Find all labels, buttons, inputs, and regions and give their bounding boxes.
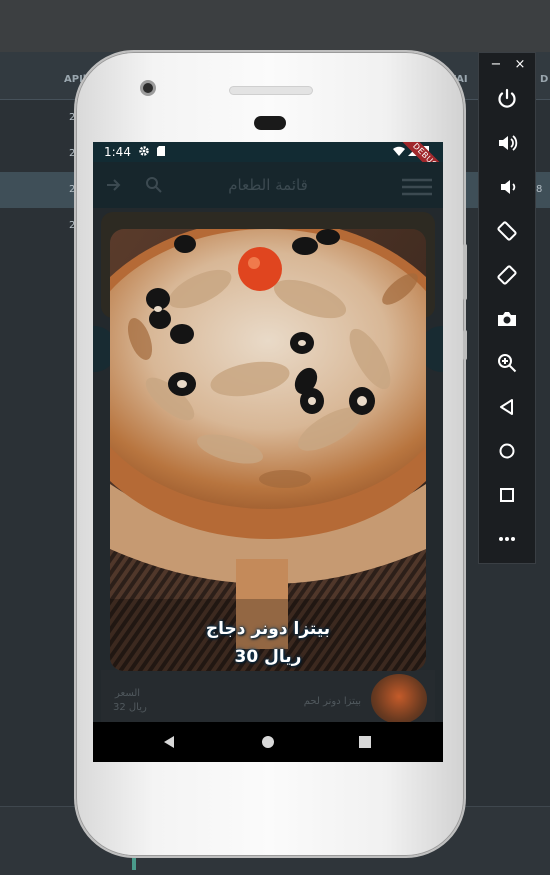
- volume-up-button[interactable]: [493, 129, 521, 157]
- volume-up-icon: [499, 135, 518, 151]
- nav-back-icon[interactable]: [161, 734, 177, 750]
- nav-overview-icon[interactable]: [357, 734, 373, 750]
- back-icon: [500, 399, 513, 415]
- menu-icon[interactable]: [402, 176, 432, 202]
- phone-side-button[interactable]: [463, 244, 467, 300]
- rotate-left-button[interactable]: [493, 217, 521, 245]
- nav-home-icon[interactable]: [260, 734, 276, 750]
- minimize-button[interactable]: −: [488, 57, 504, 72]
- screenshot-button[interactable]: [493, 305, 521, 333]
- overview-button[interactable]: [493, 481, 521, 509]
- home-button[interactable]: [493, 437, 521, 465]
- emulator-toolbar: − ×: [478, 52, 536, 564]
- camera-icon: [498, 312, 516, 326]
- status-bar: 1:44 DEBUG: [93, 142, 443, 189]
- earpiece: [254, 116, 286, 130]
- pizza-image: [110, 229, 426, 671]
- app-bar: قائمة الطعام: [93, 162, 443, 208]
- menu-list-item[interactable]: بيتزا دونر لحم السعر 32 ريال: [101, 670, 435, 724]
- page-title: قائمة الطعام: [228, 176, 308, 194]
- status-time: 1:44: [104, 145, 131, 159]
- ide-title-bar: [0, 0, 550, 52]
- rotate-right-button[interactable]: [493, 261, 521, 289]
- menu-item-name: بيتزا دونر لحم: [303, 696, 361, 707]
- menu-item-price-label: السعر: [115, 688, 141, 699]
- home-icon: [499, 443, 515, 459]
- volume-down-button[interactable]: [493, 173, 521, 201]
- ide-bottom-indicator: [132, 856, 136, 870]
- power-icon: [498, 88, 516, 108]
- close-button[interactable]: ×: [512, 57, 528, 72]
- dialog-item-name: بيتزا دونر دجاج: [205, 619, 331, 639]
- more-icon: [499, 537, 515, 541]
- power-button[interactable]: [493, 85, 521, 113]
- menu-item-image: [371, 674, 427, 724]
- front-camera: [140, 80, 156, 96]
- settings-icon: [138, 145, 150, 160]
- phone-screen: 1:44 DEBUG قائمة الطعام بيتزا دونر لحم ا…: [93, 142, 443, 762]
- rotate-right-icon: [497, 265, 517, 285]
- android-nav-bar: [93, 722, 443, 762]
- ide-column-header[interactable]: D: [540, 74, 548, 85]
- phone-side-button[interactable]: [463, 330, 467, 360]
- zoom-button[interactable]: [493, 349, 521, 377]
- back-button[interactable]: [493, 393, 521, 421]
- wifi-icon: [393, 145, 405, 160]
- ide-table-cell: 8: [536, 184, 543, 195]
- speaker-grille: [229, 86, 313, 95]
- overview-icon: [500, 488, 514, 502]
- rotate-left-icon: [497, 221, 517, 241]
- more-button[interactable]: [493, 525, 521, 553]
- dialog-item-price: 30 ريال: [234, 647, 302, 667]
- menu-item-price: 32 ريال: [113, 702, 147, 713]
- volume-down-icon: [501, 180, 516, 194]
- item-detail-dialog[interactable]: بيتزا دونر دجاج 30 ريال: [110, 229, 426, 671]
- zoom-icon: [498, 354, 517, 373]
- sd-card-icon: [156, 145, 166, 160]
